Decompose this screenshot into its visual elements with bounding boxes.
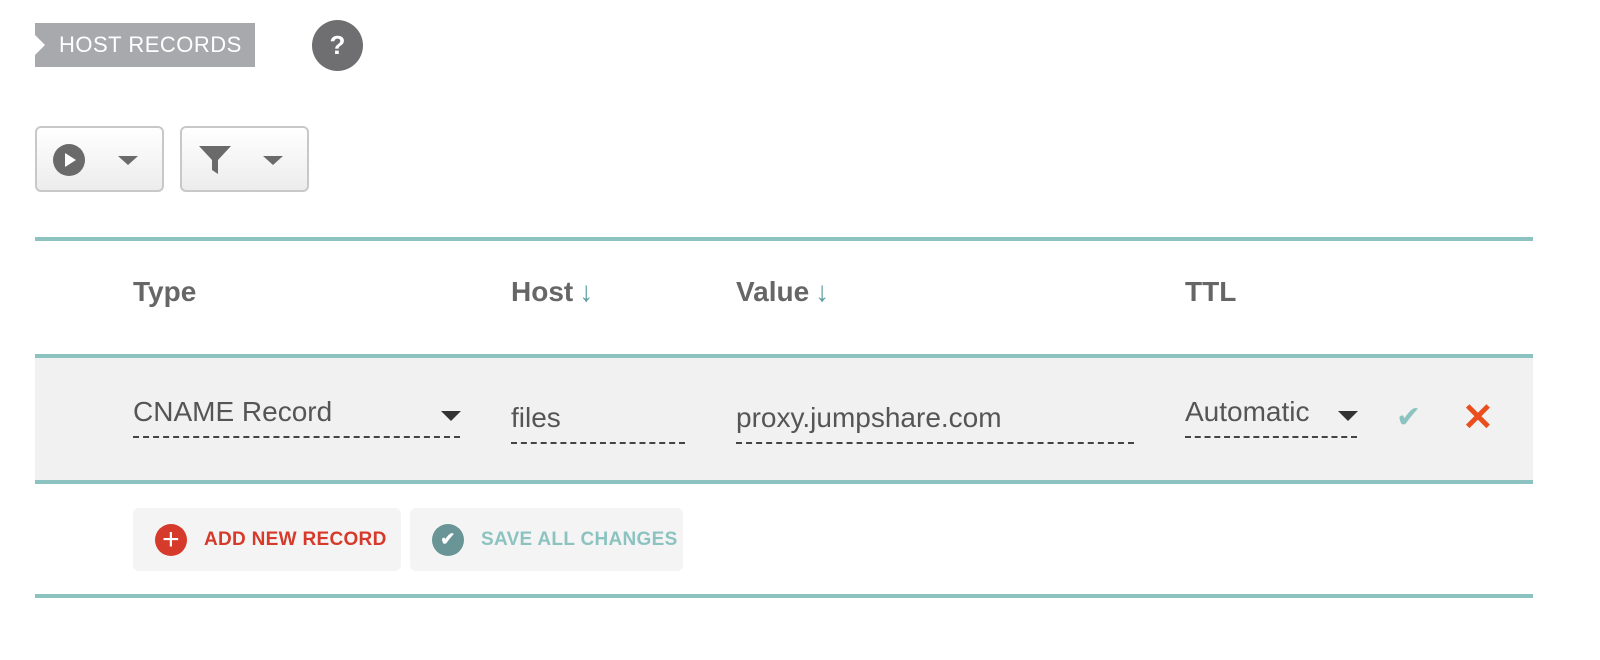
filter-dropdown-button[interactable] <box>180 126 309 192</box>
save-all-changes-label: SAVE ALL CHANGES <box>481 528 678 550</box>
cancel-row-icon[interactable]: ✕ <box>1462 395 1494 440</box>
table-row-divider <box>35 480 1533 484</box>
host-input[interactable]: files <box>511 400 685 444</box>
confirm-row-icon[interactable]: ✔ <box>1396 400 1421 435</box>
check-circle-icon: ✔ <box>432 523 464 556</box>
column-header-type[interactable]: Type <box>133 276 202 308</box>
chevron-down-icon[interactable] <box>441 411 461 421</box>
chevron-down-icon <box>118 156 138 165</box>
type-select[interactable]: CNAME Record <box>133 394 460 438</box>
value-input[interactable]: proxy.jumpshare.com <box>736 400 1134 444</box>
column-header-ttl[interactable]: TTL <box>1185 276 1242 308</box>
sort-down-icon: ↓ <box>579 276 594 307</box>
add-new-record-button[interactable]: + ADD NEW RECORD <box>133 508 401 571</box>
column-header-host[interactable]: Host ↓ <box>511 276 593 308</box>
funnel-icon <box>199 146 231 174</box>
section-title: HOST RECORDS <box>59 32 242 57</box>
actions-dropdown-button[interactable] <box>35 126 164 192</box>
table-bottom-divider <box>35 594 1533 598</box>
section-title-tag: HOST RECORDS <box>35 23 255 67</box>
save-all-changes-button[interactable]: ✔ SAVE ALL CHANGES <box>410 508 683 571</box>
sort-down-icon: ↓ <box>815 276 830 307</box>
help-icon: ? <box>329 30 346 60</box>
chevron-down-icon <box>263 156 283 165</box>
chevron-down-icon[interactable] <box>1338 411 1358 421</box>
plus-circle-icon: + <box>155 523 187 556</box>
play-circle-icon <box>53 144 85 176</box>
ttl-select[interactable]: Automatic <box>1185 394 1357 438</box>
column-header-value[interactable]: Value ↓ <box>736 276 829 308</box>
add-new-record-label: ADD NEW RECORD <box>204 528 387 550</box>
table-top-divider <box>35 237 1533 241</box>
help-button[interactable]: ? <box>312 20 363 71</box>
